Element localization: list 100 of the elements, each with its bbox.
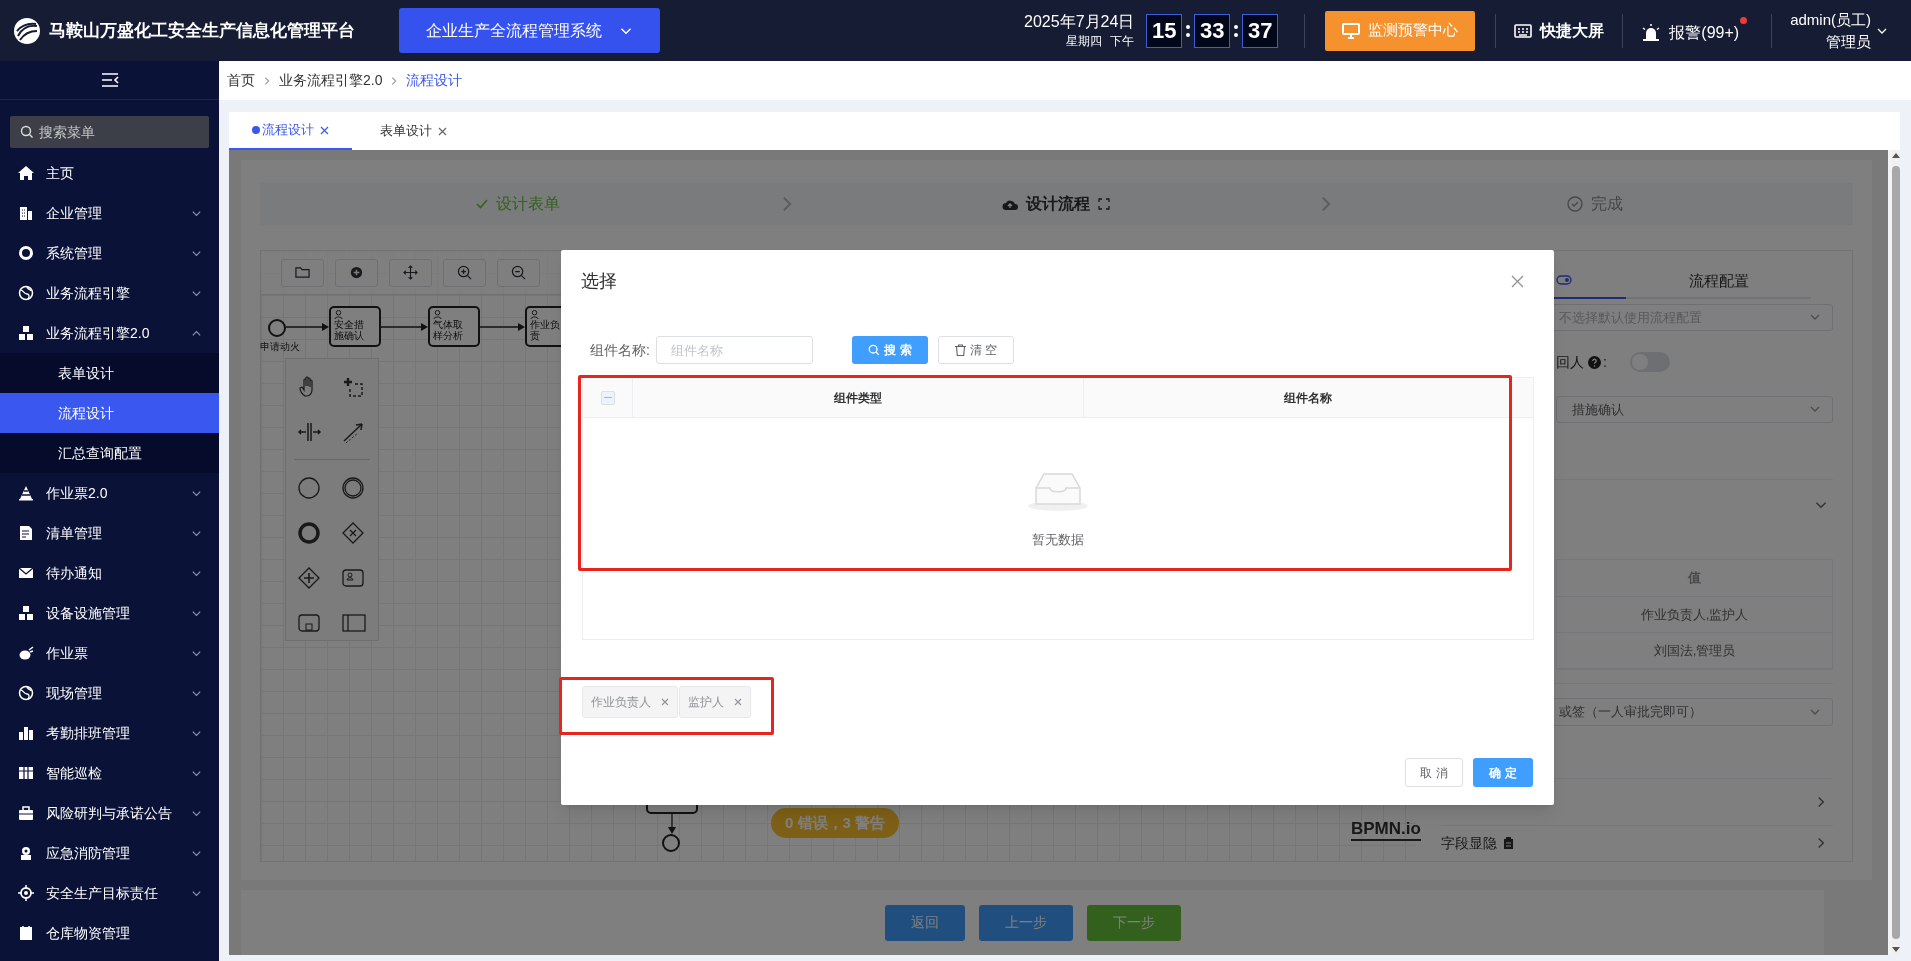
box-icon (18, 925, 34, 941)
toolbar-button[interactable] (389, 258, 432, 287)
start-event-icon[interactable] (298, 476, 322, 499)
user-icon (334, 310, 343, 319)
node-label: 气体取样分析 (433, 318, 464, 341)
big-screen-button[interactable]: 快捷大屏 (1514, 18, 1605, 43)
menu-collapse-icon[interactable] (100, 73, 119, 87)
beacon-icon (18, 845, 34, 861)
menu-item[interactable]: 主页 (0, 153, 219, 193)
connector-arrow (286, 323, 329, 331)
system-switch-dropdown[interactable]: 企业生产全流程管理系统 (399, 8, 660, 53)
scroll-up-icon (1892, 152, 1900, 158)
menu-item[interactable]: 现场管理 (0, 673, 219, 713)
menu-item[interactable]: 考勤排班管理 (0, 713, 219, 753)
empty-state-text: 暂无数据 (1032, 531, 1084, 549)
menu-search-field[interactable]: 搜索菜单 (10, 116, 209, 148)
column-header: 组件名称 (1283, 389, 1334, 407)
start-event[interactable] (268, 319, 286, 337)
menu-item[interactable]: 待办通知 (0, 553, 219, 593)
keyboard-icon (1514, 23, 1533, 38)
menu-item[interactable]: 作业票2.0 (0, 473, 219, 513)
pot-icon (18, 645, 34, 661)
page-tab[interactable]: 表单设计 (352, 112, 475, 150)
clock-digits: 33 (1194, 13, 1231, 48)
grid-icon (18, 765, 34, 781)
breadcrumb-link[interactable]: 首页 (227, 70, 255, 91)
collapse-section[interactable]: 字段显隐 (1441, 824, 1833, 861)
parallel-gateway-icon[interactable] (298, 566, 322, 589)
move-icon (403, 265, 418, 280)
mail-icon (18, 565, 34, 581)
lasso-tool-icon[interactable] (342, 375, 366, 398)
alarm-button[interactable]: 报警(99+) (1641, 16, 1748, 45)
connector-arrow (381, 323, 428, 331)
menu-item[interactable]: 作业票 (0, 633, 219, 673)
scroll-down-icon (1892, 947, 1900, 953)
task-node[interactable]: 安全措施确认 (329, 306, 381, 347)
node-label: 安全措施确认 (334, 318, 365, 341)
end-event[interactable] (662, 834, 680, 852)
pool-icon[interactable] (342, 611, 366, 634)
globe-icon (18, 285, 34, 301)
space-tool-icon[interactable] (298, 420, 322, 443)
toolbar-button[interactable] (497, 258, 540, 287)
subprocess-icon[interactable] (298, 611, 322, 634)
menu-item[interactable]: 应急消防管理 (0, 833, 219, 873)
user-role: 管理员 (1826, 31, 1871, 52)
menu-item[interactable]: 仓库物资管理 (0, 913, 219, 953)
panel-tab[interactable]: 流程配置 (1626, 263, 1811, 299)
target-icon (18, 885, 34, 901)
date-text: 2025年7月24日 (1024, 11, 1135, 32)
brand-mark[interactable]: BPMN.io (1351, 819, 1421, 841)
toolbar-button[interactable] (281, 258, 324, 287)
name-input-field[interactable]: 组件名称 (655, 336, 813, 364)
task-node[interactable]: 气体取样分析 (428, 306, 480, 347)
toolbar-button[interactable] (335, 258, 378, 287)
weekday-text: 星期四 (1066, 32, 1103, 50)
menu-item[interactable]: 业务流程引擎 (0, 273, 219, 313)
menu-item[interactable]: 安全生产目标责任 (0, 873, 219, 913)
bar-chart-icon (18, 725, 34, 741)
cubes-icon (18, 605, 34, 621)
clear-button[interactable]: 清 空 (937, 336, 1014, 364)
zoom-out-icon (511, 265, 526, 280)
submenu-item[interactable]: 表单设计 (0, 353, 219, 393)
briefcase-icon (18, 805, 34, 821)
intermediate-event-icon[interactable] (342, 476, 366, 499)
select-all-checkbox[interactable] (600, 390, 615, 405)
breadcrumb-link[interactable]: 流程设计 (406, 70, 463, 91)
close-icon (734, 698, 742, 706)
step-label: 设计流程 (1026, 194, 1091, 214)
user-icon (530, 310, 539, 319)
close-icon (320, 125, 329, 135)
menu-item[interactable]: 智能巡检 (0, 753, 219, 793)
user-name[interactable]: admin(员工) (1790, 8, 1871, 31)
fullscreen-icon (1098, 198, 1111, 210)
menu-item[interactable]: 系统管理 (0, 233, 219, 273)
toolbar-button[interactable] (443, 258, 486, 287)
menu-item[interactable]: 业务流程引擎2.0 (0, 313, 219, 353)
breadcrumb-link[interactable]: 业务流程引擎2.0 (279, 70, 383, 91)
end-event-icon[interactable] (298, 521, 322, 544)
menu-item[interactable]: 风险研判与承诺公告 (0, 793, 219, 833)
close-icon (438, 126, 447, 136)
connect-tool-icon[interactable] (342, 420, 366, 443)
add-icon (349, 265, 364, 280)
exclusive-gateway-icon[interactable] (342, 521, 366, 544)
connector-arrow (480, 323, 525, 331)
cancel-button[interactable]: 取 消 (1405, 758, 1463, 787)
menu-item[interactable]: 清单管理 (0, 513, 219, 553)
close-icon[interactable] (1511, 274, 1524, 288)
colon-icon (1234, 23, 1239, 38)
home-icon (18, 165, 34, 181)
trash-icon (954, 344, 966, 356)
node-label: 作业负责 (530, 318, 561, 341)
user-task-icon[interactable] (342, 566, 366, 589)
submenu-item[interactable]: 汇总查询配置 (0, 433, 219, 473)
colon-text: : (1603, 352, 1607, 372)
field-label: 回人 (1556, 352, 1584, 372)
submenu-item[interactable]: 流程设计 (0, 393, 219, 433)
globe-icon (18, 685, 34, 701)
menu-item[interactable]: 企业管理 (0, 193, 219, 233)
zoom-in-icon (457, 265, 472, 280)
menu-item[interactable]: 设备设施管理 (0, 593, 219, 633)
